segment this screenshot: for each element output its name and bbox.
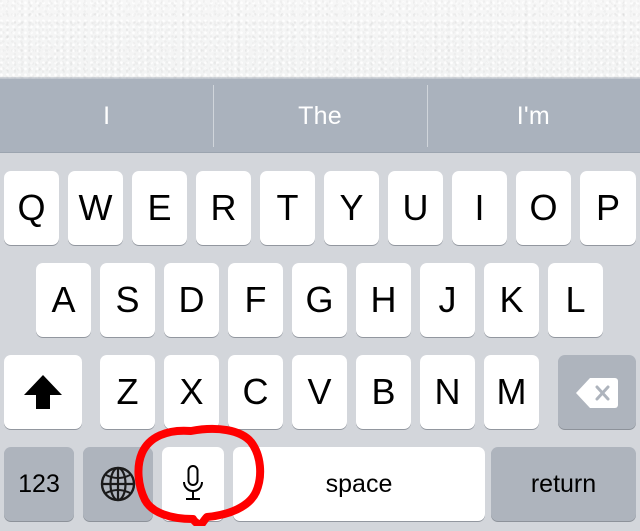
key-label: H (370, 279, 397, 320)
key-label: P (595, 187, 620, 228)
onscreen-keyboard: Q W E R T Y U I O P A S D F G H J K L Z … (0, 153, 640, 526)
key-label: N (434, 371, 461, 412)
key-label: D (178, 279, 205, 320)
predictive-suggestion-bar: I The I'm (0, 79, 640, 153)
key-label: 123 (18, 469, 60, 498)
suggestion-item-1[interactable]: I (0, 79, 213, 153)
key-label: K (499, 279, 524, 320)
key-label: J (438, 279, 457, 320)
key-y[interactable]: Y (324, 171, 379, 245)
key-label: S (115, 279, 140, 320)
key-label: X (179, 371, 204, 412)
key-w[interactable]: W (68, 171, 123, 245)
key-label: I (474, 187, 485, 228)
key-i[interactable]: I (452, 171, 507, 245)
key-c[interactable]: C (228, 355, 283, 429)
key-b[interactable]: B (356, 355, 411, 429)
keyboard-row-2: A S D F G H J K L (0, 263, 640, 337)
shift-key[interactable] (4, 355, 82, 429)
key-x[interactable]: X (164, 355, 219, 429)
return-key[interactable]: return (491, 447, 636, 521)
key-label: L (565, 279, 586, 320)
key-label: C (242, 371, 269, 412)
key-n[interactable]: N (420, 355, 475, 429)
key-label: E (147, 187, 172, 228)
suggestion-item-3[interactable]: I'm (426, 79, 640, 153)
key-label: B (371, 371, 396, 412)
shift-arrow-icon (24, 375, 62, 409)
backspace-delete-icon (575, 376, 619, 408)
suggestion-label: I'm (516, 101, 550, 130)
key-l[interactable]: L (548, 263, 603, 337)
key-s[interactable]: S (100, 263, 155, 337)
key-a[interactable]: A (36, 263, 91, 337)
backspace-key[interactable] (558, 355, 636, 429)
microphone-icon (180, 464, 206, 504)
key-label: V (307, 371, 332, 412)
key-label: M (496, 371, 527, 412)
suggestion-label: I (103, 101, 111, 130)
key-label: R (210, 187, 237, 228)
key-g[interactable]: G (292, 263, 347, 337)
key-k[interactable]: K (484, 263, 539, 337)
key-label: G (305, 279, 334, 320)
key-m[interactable]: M (484, 355, 539, 429)
key-label: A (51, 279, 76, 320)
key-label: Z (116, 371, 139, 412)
keyboard-row-3: Z X C V B N M (0, 355, 640, 429)
key-p[interactable]: P (580, 171, 636, 245)
document-text-area[interactable] (0, 0, 640, 79)
key-label: O (529, 187, 558, 228)
key-u[interactable]: U (388, 171, 443, 245)
key-z[interactable]: Z (100, 355, 155, 429)
key-d[interactable]: D (164, 263, 219, 337)
key-label: space (325, 469, 393, 498)
key-h[interactable]: H (356, 263, 411, 337)
key-r[interactable]: R (196, 171, 251, 245)
key-label: T (276, 187, 299, 228)
key-label: return (530, 469, 597, 498)
key-t[interactable]: T (260, 171, 315, 245)
key-label: Q (17, 187, 46, 228)
globe-key[interactable] (83, 447, 153, 521)
suggestion-item-2[interactable]: The (213, 79, 426, 153)
key-q[interactable]: Q (4, 171, 59, 245)
key-label: U (402, 187, 429, 228)
key-v[interactable]: V (292, 355, 347, 429)
key-j[interactable]: J (420, 263, 475, 337)
keyboard-row-4: 123 space return (0, 447, 640, 521)
key-label: Y (339, 187, 364, 228)
numeric-mode-key[interactable]: 123 (4, 447, 74, 521)
globe-icon (99, 465, 137, 503)
suggestion-label: The (298, 101, 342, 130)
key-o[interactable]: O (516, 171, 571, 245)
space-key[interactable]: space (233, 447, 485, 521)
key-f[interactable]: F (228, 263, 283, 337)
keyboard-row-1: Q W E R T Y U I O P (0, 171, 640, 245)
key-e[interactable]: E (132, 171, 187, 245)
microphone-key[interactable] (162, 447, 224, 521)
key-label: W (78, 187, 113, 228)
key-label: F (244, 279, 267, 320)
